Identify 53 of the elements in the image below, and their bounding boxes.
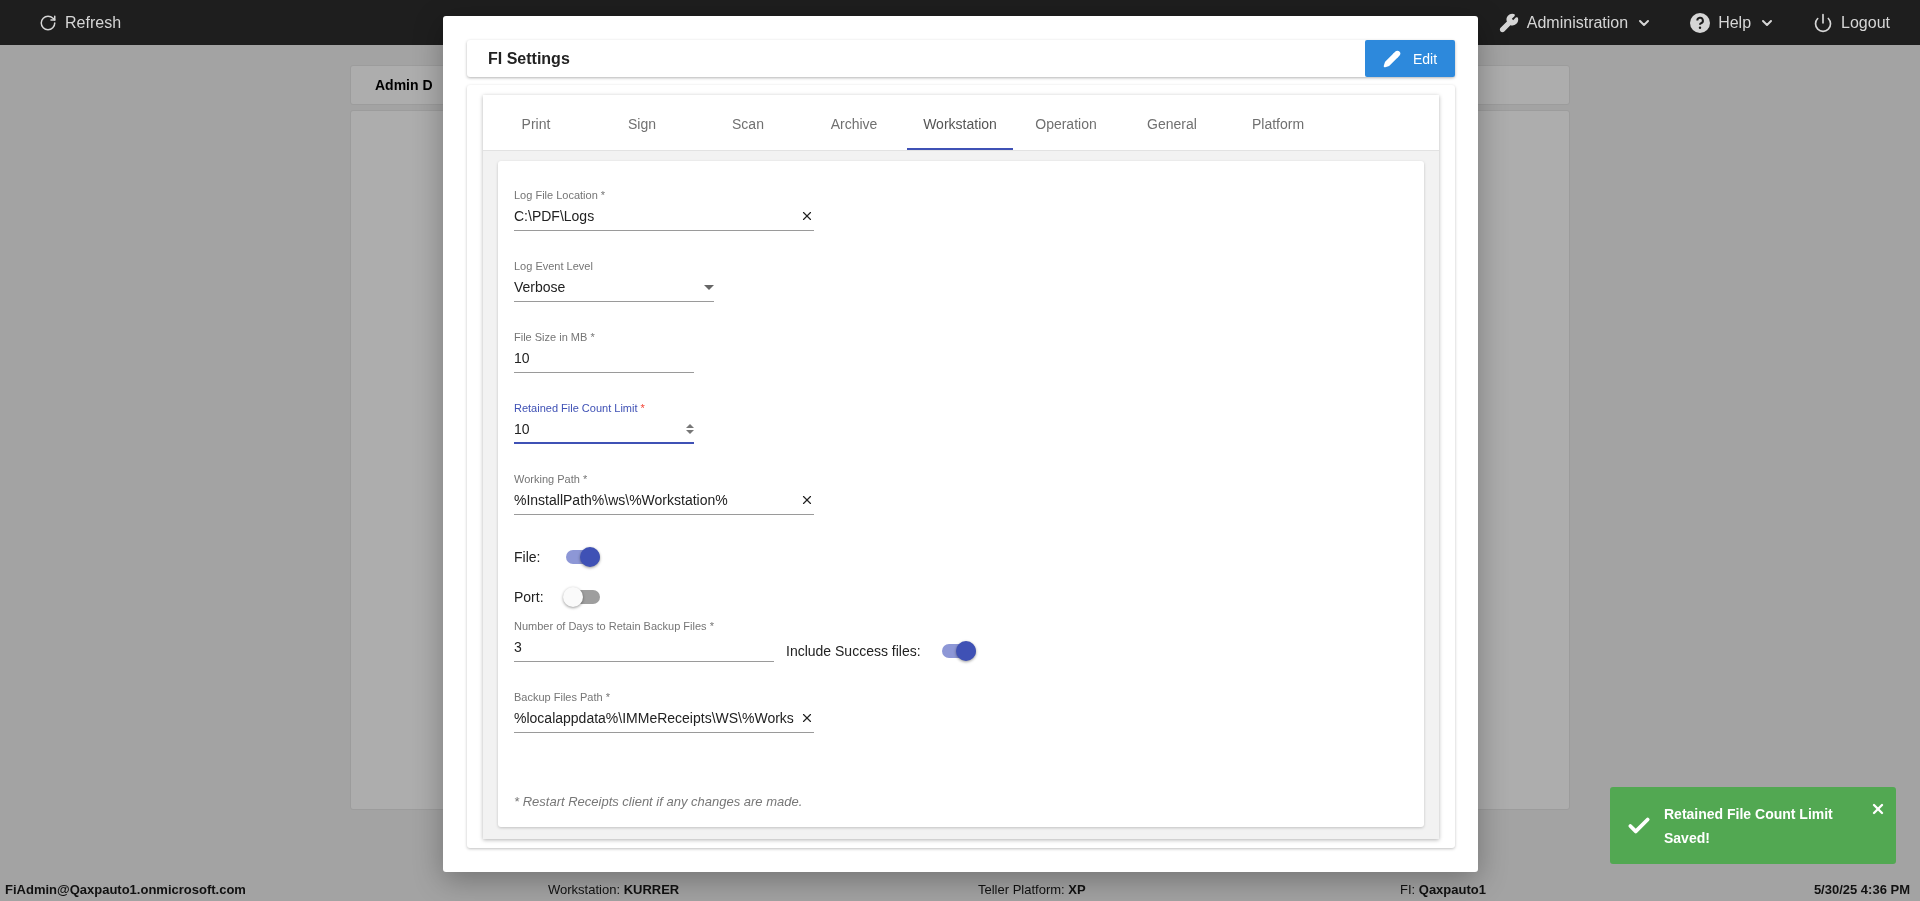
dropdown-caret-icon[interactable] bbox=[704, 284, 714, 290]
field-label: Log Event Level bbox=[514, 260, 594, 272]
input-field[interactable]: %localappdata%\IMMeReceipts\WS\%Works bbox=[514, 707, 814, 733]
status-text: FI: Qaxpauto1 bbox=[1400, 882, 1487, 897]
tab[interactable]: Print bbox=[483, 95, 589, 150]
tab[interactable]: Sign bbox=[589, 95, 695, 150]
tab[interactable]: Operation bbox=[1013, 95, 1119, 150]
tab[interactable]: Platform bbox=[1225, 95, 1331, 150]
field-label: Log File Location * bbox=[514, 189, 607, 201]
edit-button[interactable]: Edit bbox=[1365, 40, 1455, 77]
status-text: Workstation: KURRER bbox=[548, 882, 681, 897]
select-field[interactable]: Verbose bbox=[514, 276, 714, 302]
status-text: FiAdmin@Qaxpauto1.onmicrosoft.com bbox=[5, 882, 247, 897]
clear-icon[interactable] bbox=[800, 711, 814, 725]
power-icon bbox=[1813, 12, 1834, 33]
toggle-label: File: bbox=[514, 549, 542, 565]
logout-menu-button[interactable]: Logout bbox=[1807, 8, 1896, 37]
input-field[interactable]: 10 bbox=[514, 347, 694, 373]
restart-note: * Restart Receipts client if any changes are made. bbox=[514, 794, 804, 809]
field-label: Number of Days to Retain Backup Files * bbox=[514, 620, 715, 632]
toggle-switch[interactable] bbox=[942, 644, 976, 658]
field-label: Working Path * bbox=[514, 473, 589, 485]
field-label: Retained File Count Limit * bbox=[514, 402, 646, 414]
input-field[interactable]: 3 bbox=[514, 636, 774, 662]
tab[interactable]: Scan bbox=[695, 95, 801, 150]
status-text: 5/30/25 4:36 PM bbox=[1813, 882, 1910, 897]
toggle-label: Port: bbox=[514, 589, 545, 605]
status-text: Teller Platform: XP bbox=[978, 882, 1087, 897]
refresh-menu-button[interactable]: Refresh bbox=[33, 9, 128, 36]
toggle-switch[interactable] bbox=[566, 590, 600, 604]
tab[interactable]: Archive bbox=[801, 95, 907, 150]
card-title: Admin D bbox=[375, 77, 433, 93]
refresh-icon bbox=[39, 13, 57, 32]
input-field[interactable]: %InstallPath%\ws\%Workstation% bbox=[514, 489, 814, 515]
close-icon[interactable] bbox=[1870, 801, 1886, 817]
input-field[interactable]: C:\PDF\Logs bbox=[514, 205, 814, 231]
dialog-title: FI Settings bbox=[488, 49, 570, 68]
pencil-icon bbox=[1382, 49, 1401, 68]
toast-message: Retained File Count Limit Saved! bbox=[1664, 804, 1834, 848]
help-menu-button[interactable]: Help bbox=[1684, 8, 1782, 37]
field-label: File Size in MB * bbox=[514, 331, 596, 343]
help-icon bbox=[1690, 12, 1711, 33]
clear-icon[interactable] bbox=[800, 493, 814, 507]
tab[interactable]: General bbox=[1119, 95, 1225, 150]
input-field[interactable]: 10 bbox=[514, 418, 694, 444]
clear-icon[interactable] bbox=[800, 209, 814, 223]
wrench-icon bbox=[1498, 12, 1519, 33]
admin-menu-button[interactable]: Administration bbox=[1492, 8, 1659, 37]
toggle-label: Include Success files: bbox=[786, 643, 922, 659]
tab[interactable]: Workstation bbox=[907, 95, 1013, 150]
field-label: Backup Files Path * bbox=[514, 691, 611, 703]
spinner-icon[interactable] bbox=[686, 423, 694, 435]
toggle-switch[interactable] bbox=[566, 550, 600, 564]
